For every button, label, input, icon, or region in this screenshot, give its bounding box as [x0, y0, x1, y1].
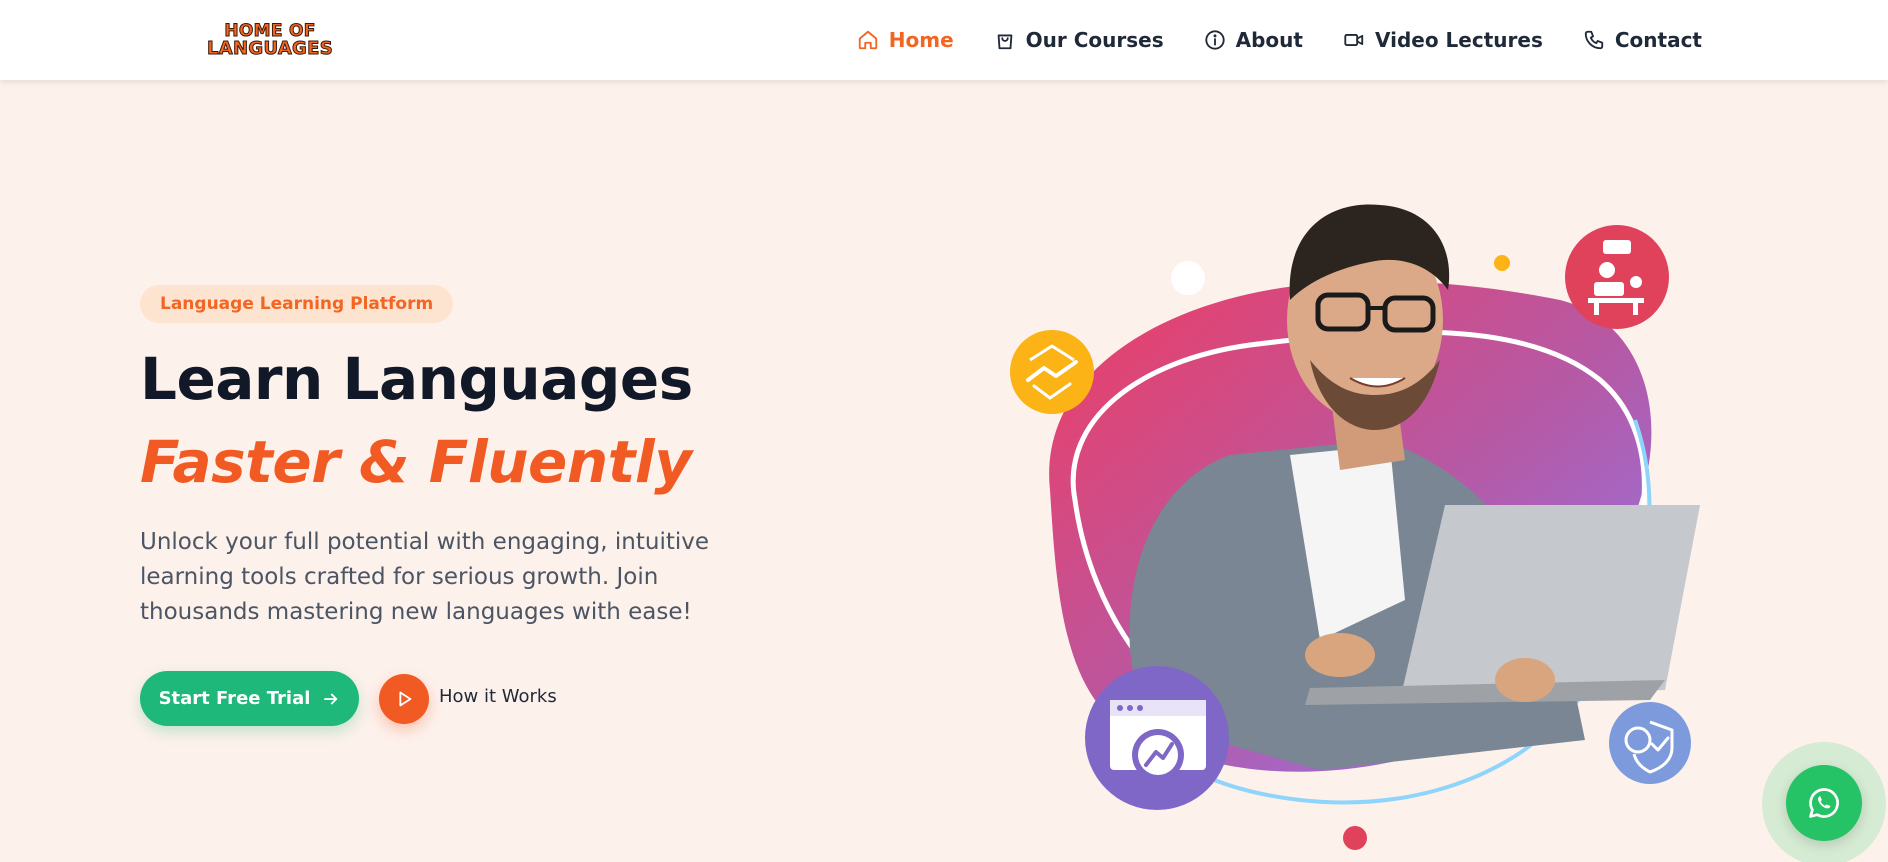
nav-item-home[interactable]: Home	[857, 28, 954, 52]
site-logo[interactable]: HOME OF LANGUAGES	[205, 20, 335, 60]
nav-label-about: About	[1235, 28, 1303, 52]
how-it-works-play-button[interactable]	[379, 674, 429, 724]
gradient-blob	[1049, 281, 1652, 772]
hero-subtitle: Faster & Fluently	[140, 428, 692, 496]
nav-item-contact[interactable]: Contact	[1583, 28, 1702, 52]
nav-label-home: Home	[888, 28, 954, 52]
home-icon	[858, 30, 877, 50]
whatsapp-icon	[1809, 788, 1839, 818]
decor-dot-yellow	[1494, 255, 1510, 271]
handshake-icon	[1010, 330, 1094, 414]
nav-label-video-lectures: Video Lectures	[1374, 28, 1543, 52]
nav-item-our-courses[interactable]: Our Courses	[994, 28, 1164, 52]
nav-item-about[interactable]: About	[1204, 28, 1303, 52]
coin-shield-icon	[1609, 702, 1691, 784]
platform-badge: Language Learning Platform	[140, 285, 454, 323]
man-with-laptop-photo	[1129, 204, 1700, 770]
how-it-works-link[interactable]: How it Works	[439, 686, 557, 707]
analytics-browser-icon	[1085, 666, 1229, 810]
site-header: HOME OF LANGUAGES Home Our Courses About…	[0, 0, 1888, 80]
hero-description: Unlock your full potential with engaging…	[140, 529, 710, 625]
phone-icon	[1584, 30, 1604, 50]
decor-dot-white	[1171, 261, 1205, 295]
start-free-trial-button[interactable]: Start Free Trial	[140, 671, 359, 726]
info-icon	[1205, 30, 1225, 50]
white-outline-ring	[1070, 329, 1647, 749]
arrow-right-icon	[324, 693, 338, 704]
video-camera-icon	[1344, 34, 1364, 46]
play-icon	[399, 691, 412, 707]
start-free-trial-label: Start Free Trial	[158, 688, 311, 709]
tutor-desk-icon	[1565, 225, 1669, 329]
logo-line-2: LANGUAGES	[207, 38, 334, 59]
whatsapp-chat-button[interactable]	[1786, 765, 1862, 841]
nav-item-video-lectures[interactable]: Video Lectures	[1343, 28, 1543, 52]
shopping-bag-icon	[997, 34, 1013, 50]
decor-dot-red	[1343, 826, 1367, 850]
blue-outline-ring	[1148, 419, 1652, 805]
nav-label-contact: Contact	[1614, 28, 1702, 52]
nav-label-our-courses: Our Courses	[1025, 28, 1164, 52]
hero-title: Learn Languages	[140, 345, 693, 413]
main-nav: Home Our Courses About Video Lectures Co…	[857, 0, 1702, 80]
